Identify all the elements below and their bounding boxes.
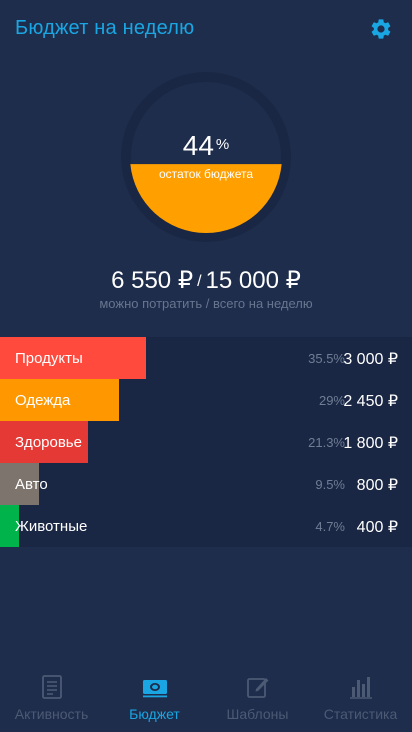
- tab-label: Активность: [14, 706, 89, 722]
- money-icon: [142, 674, 168, 700]
- category-name: Одежда: [15, 392, 71, 409]
- category-name: Продукты: [15, 350, 83, 367]
- category-percent: 4.7%: [315, 519, 345, 534]
- tab-label: Шаблоны: [226, 706, 289, 722]
- bar-chart-icon: [348, 674, 374, 700]
- gauge-percent-value: 44: [182, 130, 214, 161]
- category-list: Продукты 35.5% 3 000 ₽ Одежда 29% 2 450 …: [0, 337, 412, 547]
- category-row[interactable]: Продукты 35.5% 3 000 ₽: [0, 337, 412, 379]
- gauge-percent: 44%: [121, 130, 291, 162]
- category-amount: 1 800 ₽: [343, 435, 398, 452]
- category-row[interactable]: Авто 9.5% 800 ₽: [0, 463, 412, 505]
- gear-icon[interactable]: [369, 17, 393, 41]
- total-amount: 15 000 ₽: [205, 267, 301, 294]
- category-percent: 21.3%: [308, 435, 345, 450]
- tab-activity[interactable]: Активность: [0, 664, 103, 732]
- gauge-percent-symbol: %: [215, 136, 230, 153]
- category-name: Здоровье: [15, 434, 82, 451]
- category-name: Животные: [15, 518, 88, 535]
- category-amount: 800 ₽: [356, 477, 398, 494]
- page-title: Бюджет на неделю: [15, 17, 195, 39]
- app-header: Бюджет на неделю: [0, 0, 412, 58]
- category-row[interactable]: Здоровье 21.3% 1 800 ₽: [0, 421, 412, 463]
- document-icon: [39, 674, 65, 700]
- tab-budget[interactable]: Бюджет: [103, 664, 206, 732]
- tab-label: Статистика: [323, 706, 398, 722]
- tab-label: Бюджет: [129, 706, 180, 722]
- gauge-label: остаток бюджета: [158, 167, 253, 181]
- tab-statistics[interactable]: Статистика: [309, 664, 412, 732]
- category-percent: 29%: [318, 393, 345, 408]
- category-percent: 9.5%: [315, 477, 345, 492]
- budget-gauge: 44% остаток бюджета: [121, 72, 291, 242]
- category-amount: 2 450 ₽: [343, 393, 398, 410]
- category-amount: 400 ₽: [356, 519, 398, 536]
- budget-amounts: 6 550 ₽/15 000 ₽: [0, 266, 412, 295]
- category-row[interactable]: Одежда 29% 2 450 ₽: [0, 379, 412, 421]
- remaining-amount: 6 550 ₽: [111, 267, 194, 294]
- amounts-caption: можно потратить / всего на неделю: [99, 296, 313, 311]
- category-row[interactable]: Животные 4.7% 400 ₽: [0, 505, 412, 547]
- tab-templates[interactable]: Шаблоны: [206, 664, 309, 732]
- category-name: Авто: [15, 476, 48, 493]
- edit-icon: [245, 674, 271, 700]
- category-percent: 35.5%: [308, 351, 345, 366]
- bottom-tab-bar: Активность Бюджет Шаблоны Статистика: [0, 664, 412, 732]
- amount-separator: /: [197, 273, 202, 290]
- category-amount: 3 000 ₽: [343, 351, 398, 368]
